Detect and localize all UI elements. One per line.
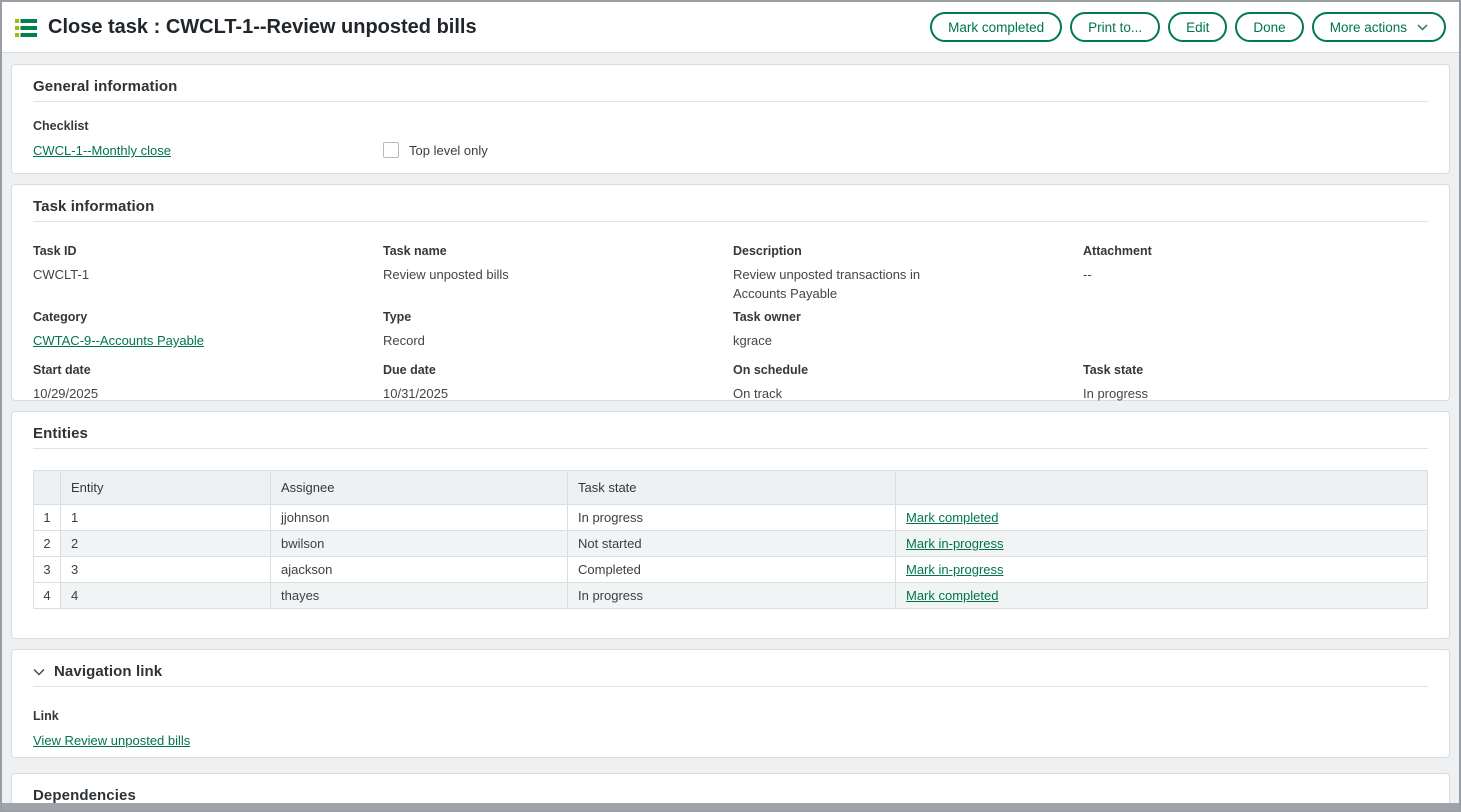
assignee-cell: thayes (271, 583, 568, 609)
category-link[interactable]: CWTAC-9--Accounts Payable (33, 333, 204, 348)
table-row: 3 3 ajackson Completed Mark in-progress (34, 557, 1428, 583)
assignee-cell: bwilson (271, 531, 568, 557)
general-information-section: General information Checklist CWCL-1--Mo… (11, 64, 1450, 174)
assignee-cell: jjohnson (271, 505, 568, 531)
page-title: Close task : CWCLT-1--Review unposted bi… (48, 16, 477, 39)
checklist-icon (15, 18, 37, 38)
entities-header: Entities (33, 425, 1428, 449)
top-level-only-label: Top level only (409, 143, 488, 158)
task-state-field: Task state In progress (1083, 363, 1428, 403)
entity-cell: 2 (61, 531, 271, 557)
task-state-cell: Not started (568, 531, 896, 557)
view-task-link[interactable]: View Review unposted bills (33, 733, 190, 748)
general-information-header: General information (33, 78, 1428, 102)
task-state-cell: In progress (568, 583, 896, 609)
print-to-button[interactable]: Print to... (1070, 12, 1160, 42)
chevron-down-icon[interactable] (33, 668, 45, 676)
chevron-down-icon (1417, 24, 1428, 31)
task-state-cell: Completed (568, 557, 896, 583)
mark-completed-link[interactable]: Mark completed (906, 510, 998, 525)
general-information-row: Checklist CWCL-1--Monthly close Top leve… (33, 119, 1428, 160)
entities-section: Entities Entity Assignee Task state (11, 411, 1450, 639)
column-header-action (896, 471, 1428, 505)
entity-cell: 4 (61, 583, 271, 609)
row-number: 1 (34, 505, 61, 531)
entities-table-header-row: Entity Assignee Task state (34, 471, 1428, 505)
navigation-link-header: Navigation link (33, 663, 1428, 687)
task-id-field: Task ID CWCLT-1 (33, 244, 383, 303)
dependencies-heading: Dependencies (33, 787, 136, 804)
navigation-link-section: Navigation link Link View Review unposte… (11, 649, 1450, 758)
task-state-cell: In progress (568, 505, 896, 531)
attachment-field: Attachment -- (1083, 244, 1428, 303)
mark-completed-link[interactable]: Mark completed (906, 588, 998, 603)
page-body: General information Checklist CWCL-1--Mo… (2, 53, 1459, 812)
mark-completed-button[interactable]: Mark completed (930, 12, 1062, 42)
more-actions-label: More actions (1330, 20, 1407, 35)
table-row: 1 1 jjohnson In progress Mark completed (34, 505, 1428, 531)
task-info-row-1: Task ID CWCLT-1 Task name Review unposte… (33, 244, 1428, 303)
start-date-field: Start date 10/29/2025 (33, 363, 383, 403)
header-actions: Mark completed Print to... Edit Done Mor… (930, 12, 1446, 42)
entities-heading: Entities (33, 425, 88, 442)
table-row: 4 4 thayes In progress Mark completed (34, 583, 1428, 609)
task-information-header: Task information (33, 198, 1428, 222)
row-number: 4 (34, 583, 61, 609)
task-info-row-2: Category CWTAC-9--Accounts Payable Type … (33, 310, 1428, 350)
entities-table: Entity Assignee Task state 1 1 jjohnson … (33, 470, 1428, 609)
checklist-field: Checklist CWCL-1--Monthly close (33, 119, 383, 160)
task-name-field: Task name Review unposted bills (383, 244, 733, 303)
page-header: Close task : CWCLT-1--Review unposted bi… (2, 2, 1459, 53)
done-button[interactable]: Done (1235, 12, 1303, 42)
app-window: Close task : CWCLT-1--Review unposted bi… (0, 0, 1461, 812)
mark-in-progress-link[interactable]: Mark in-progress (906, 562, 1004, 577)
navigation-link-heading: Navigation link (54, 663, 162, 680)
window-bottom-edge (2, 803, 1459, 810)
type-field: Type Record (383, 310, 733, 350)
mark-in-progress-link[interactable]: Mark in-progress (906, 536, 1004, 551)
column-header-task-state: Task state (568, 471, 896, 505)
task-info-row-3: Start date 10/29/2025 Due date 10/31/202… (33, 363, 1428, 403)
row-number: 2 (34, 531, 61, 557)
description-field: Description Review unposted transactions… (733, 244, 1083, 303)
checklist-link[interactable]: CWCL-1--Monthly close (33, 143, 171, 158)
column-header-assignee: Assignee (271, 471, 568, 505)
task-information-heading: Task information (33, 198, 154, 215)
checklist-label: Checklist (33, 119, 383, 133)
empty-cell (1083, 310, 1428, 350)
entity-cell: 1 (61, 505, 271, 531)
task-information-section: Task information Task ID CWCLT-1 Task na… (11, 184, 1450, 401)
table-row: 2 2 bwilson Not started Mark in-progress (34, 531, 1428, 557)
category-field: Category CWTAC-9--Accounts Payable (33, 310, 383, 350)
entity-cell: 3 (61, 557, 271, 583)
top-level-only-group: Top level only (383, 142, 488, 158)
on-schedule-field: On schedule On track (733, 363, 1083, 403)
general-information-heading: General information (33, 78, 177, 95)
assignee-cell: ajackson (271, 557, 568, 583)
column-header-entity: Entity (61, 471, 271, 505)
row-number: 3 (34, 557, 61, 583)
top-level-only-checkbox[interactable] (383, 142, 399, 158)
header-title-group: Close task : CWCLT-1--Review unposted bi… (15, 16, 930, 39)
due-date-field: Due date 10/31/2025 (383, 363, 733, 403)
edit-button[interactable]: Edit (1168, 12, 1227, 42)
column-header-rownum (34, 471, 61, 505)
task-owner-field: Task owner kgrace (733, 310, 1083, 350)
link-label: Link (33, 709, 1428, 723)
more-actions-button[interactable]: More actions (1312, 12, 1446, 42)
